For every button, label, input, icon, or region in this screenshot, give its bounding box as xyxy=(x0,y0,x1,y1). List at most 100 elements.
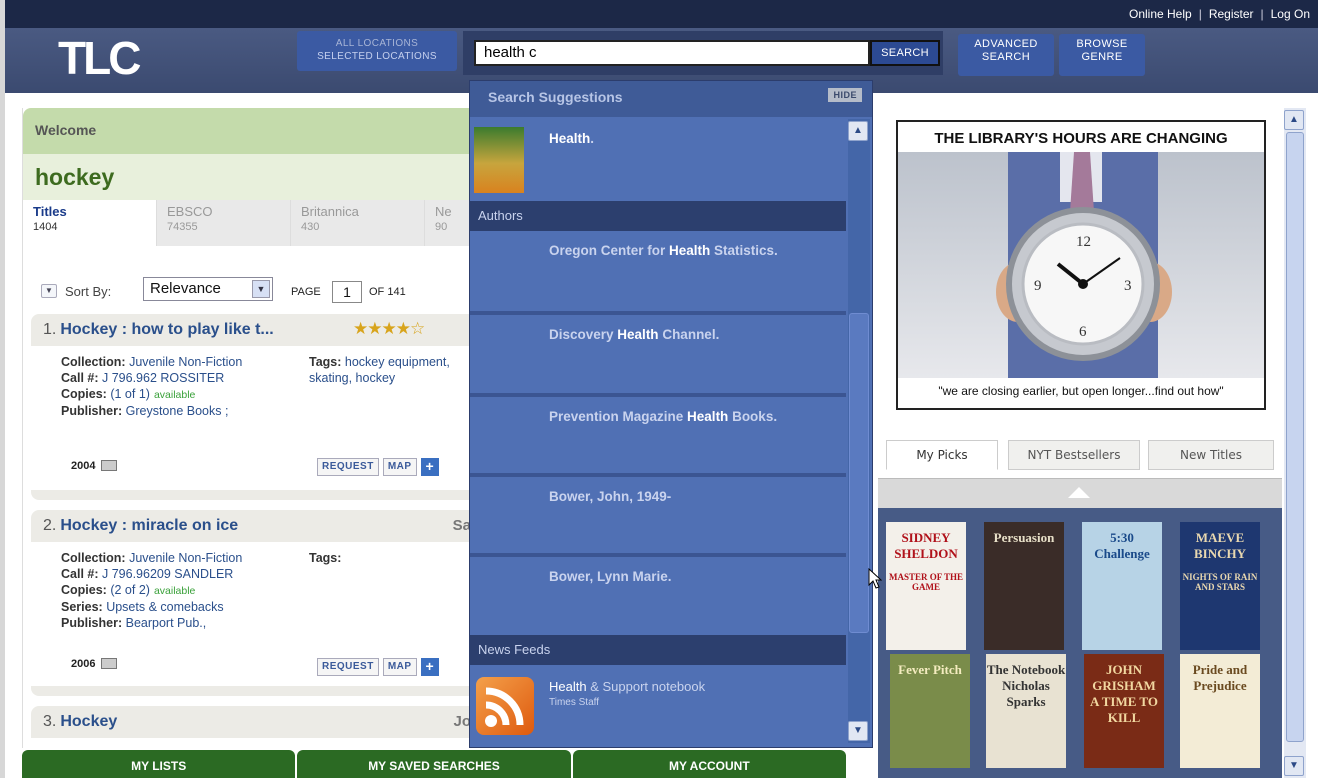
top-links: Online Help | Register | Log On xyxy=(1129,7,1310,21)
tab-britannica[interactable]: Britannica 430 xyxy=(291,200,425,246)
result-year: 2004 xyxy=(71,460,118,472)
suggestion-author-item[interactable]: Prevention Magazine Health Books. xyxy=(470,393,846,473)
bottom-nav: MY LISTS MY SAVED SEARCHES MY ACCOUNT xyxy=(22,750,848,778)
sort-label: Sort By: xyxy=(65,284,112,299)
book-cover-text: The Notebook xyxy=(986,662,1066,677)
field-label: Call #: xyxy=(61,371,99,385)
book-cover[interactable]: Pride and Prejudice xyxy=(1180,654,1260,768)
tab-label: Britannica xyxy=(301,204,359,219)
my-lists-tab[interactable]: MY LISTS xyxy=(22,750,296,778)
map-button[interactable]: MAP xyxy=(382,658,417,676)
my-saved-searches-tab[interactable]: MY SAVED SEARCHES xyxy=(297,750,571,778)
request-button[interactable]: REQUEST xyxy=(317,458,379,476)
book-cover[interactable]: Persuasion xyxy=(984,522,1064,650)
advanced-search-button[interactable]: ADVANCED SEARCH xyxy=(958,34,1054,76)
page-label: PAGE xyxy=(291,286,321,298)
book-cover-text: MAEVE xyxy=(1195,530,1245,545)
scrollbar-thumb[interactable] xyxy=(849,313,869,633)
my-account-tab[interactable]: MY ACCOUNT xyxy=(572,750,846,778)
series-value[interactable]: Upsets & comebacks xyxy=(106,600,223,614)
sort-row: ▼ Sort By: Relevance ▼ PAGE 1 OF 141 xyxy=(23,274,471,308)
tab-my-picks[interactable]: My Picks xyxy=(886,440,998,470)
book-cover[interactable]: MAEVE BINCHY NIGHTS OF RAIN AND STARS xyxy=(1180,522,1260,650)
suggestion-author-item[interactable]: Oregon Center for Health Statistics. xyxy=(470,231,846,311)
suggestion-author-item[interactable]: Bower, John, 1949- xyxy=(470,473,846,553)
all-locations-option[interactable]: ALL LOCATIONS xyxy=(297,37,457,50)
scroll-up-icon[interactable]: ▲ xyxy=(1284,110,1304,130)
book-cover[interactable]: Fever Pitch xyxy=(890,654,970,768)
tab-nyt-bestsellers[interactable]: NYT Bestsellers xyxy=(1008,440,1140,470)
authors-section-header: Authors xyxy=(470,201,846,231)
selected-locations-option[interactable]: SELECTED LOCATIONS xyxy=(297,50,457,63)
book-cover[interactable]: 5:30 Challenge xyxy=(1082,522,1162,650)
welcome-label: Welcome xyxy=(35,122,97,138)
online-help-link[interactable]: Online Help xyxy=(1129,7,1192,21)
suggestion-author-item[interactable]: Bower, Lynn Marie. xyxy=(470,553,846,633)
publisher-value[interactable]: Bearport Pub., xyxy=(126,616,207,630)
source-tabs: Titles 1404 EBSCO 74355 Britannica 430 N… xyxy=(23,200,471,246)
result-title[interactable]: 2. Hockey : miracle on ice xyxy=(43,517,238,535)
book-cover[interactable]: SIDNEY SHELDON MASTER OF THE GAME xyxy=(886,522,966,650)
rating-stars-icon[interactable]: ★★★★☆ xyxy=(353,319,425,339)
search-input[interactable]: health c xyxy=(474,40,870,66)
result-title-text[interactable]: Hockey xyxy=(60,713,117,730)
scrollbar-thumb[interactable] xyxy=(1286,132,1304,742)
location-selector[interactable]: ALL LOCATIONS SELECTED LOCATIONS xyxy=(297,31,457,71)
result-title-text[interactable]: Hockey : miracle on ice xyxy=(60,517,238,534)
book-cover[interactable]: The Notebook Nicholas Sparks xyxy=(986,654,1066,768)
request-button[interactable]: REQUEST xyxy=(317,658,379,676)
page-input[interactable]: 1 xyxy=(332,281,362,303)
chevron-down-icon[interactable]: ▼ xyxy=(252,280,270,298)
availability-status: available xyxy=(153,389,196,401)
result-title-text[interactable]: Hockey : how to play like t... xyxy=(60,321,273,338)
publisher-value[interactable]: Greystone Books ; xyxy=(126,404,229,418)
page-total: OF 141 xyxy=(369,286,406,298)
result-title[interactable]: 3. Hockey xyxy=(43,713,117,731)
tab-ebsco[interactable]: EBSCO 74355 xyxy=(157,200,291,246)
tlc-logo[interactable]: TLC xyxy=(58,32,178,84)
page-scrollbar[interactable]: ▲ ▼ xyxy=(1284,108,1306,778)
log-on-link[interactable]: Log On xyxy=(1271,7,1310,21)
book-cover-text: Pride and Prejudice xyxy=(1192,662,1248,693)
tab-new-titles[interactable]: New Titles xyxy=(1148,440,1274,470)
suggestion-text: Discovery Health Channel. xyxy=(549,327,719,342)
suggestion-text: Health. xyxy=(549,131,594,146)
book-cover-text: Persuasion xyxy=(993,530,1055,545)
tab-news[interactable]: Ne 90 xyxy=(425,200,471,246)
search-button[interactable]: SEARCH xyxy=(870,40,940,66)
clock-number: 9 xyxy=(1034,278,1042,294)
scroll-down-icon[interactable]: ▼ xyxy=(1284,756,1304,776)
result-footer xyxy=(31,490,471,500)
suggestions-scrollbar[interactable]: ▲ ▼ xyxy=(848,119,870,743)
scroll-down-icon[interactable]: ▼ xyxy=(848,721,868,741)
suggestion-text: Prevention Magazine Health Books. xyxy=(549,409,777,424)
tab-titles[interactable]: Titles 1404 xyxy=(23,200,157,246)
field-label: Tags: xyxy=(309,355,342,369)
call-number-value: J 796.962 ROSSITER xyxy=(102,371,225,385)
book-cover-text: SIDNEY xyxy=(901,530,951,545)
browse-genre-button[interactable]: BROWSE GENRE xyxy=(1059,34,1145,76)
suggestion-post: Channel. xyxy=(658,327,720,342)
advanced-search-line2: SEARCH xyxy=(981,51,1031,63)
news-feed-item[interactable]: Health & Support notebook xyxy=(549,679,705,694)
book-cover-text: Nicholas Sparks xyxy=(1002,678,1050,709)
map-button[interactable]: MAP xyxy=(382,458,417,476)
book-cover[interactable]: JOHN GRISHAM A TIME TO KILL xyxy=(1084,654,1164,768)
suggestion-author-item[interactable]: Discovery Health Channel. xyxy=(470,311,846,391)
clock-number: 6 xyxy=(1079,324,1087,340)
shelf-scroll-up[interactable] xyxy=(878,478,1282,508)
chevron-up-icon[interactable] xyxy=(1068,487,1090,498)
sort-select[interactable]: Relevance ▼ xyxy=(143,277,273,301)
library-hours-promo[interactable]: THE LIBRARY'S HOURS ARE CHANGING 12 3 6 … xyxy=(896,120,1266,410)
suggestion-text: Bower, John, 1949- xyxy=(549,489,671,504)
add-to-list-icon[interactable]: + xyxy=(420,458,439,476)
register-link[interactable]: Register xyxy=(1209,7,1254,21)
result-tags: Tags: xyxy=(309,550,459,566)
collapse-toggle-icon[interactable]: ▼ xyxy=(41,284,57,298)
suggestion-title-item[interactable]: Health. xyxy=(470,117,846,197)
add-to-list-icon[interactable]: + xyxy=(420,658,439,676)
result-item: 2. Hockey : miracle on ice Sa Collection:… xyxy=(31,510,471,696)
scroll-up-icon[interactable]: ▲ xyxy=(848,121,868,141)
hide-suggestions-button[interactable]: HIDE xyxy=(828,88,862,102)
result-title[interactable]: 1. Hockey : how to play like t... xyxy=(43,321,274,339)
